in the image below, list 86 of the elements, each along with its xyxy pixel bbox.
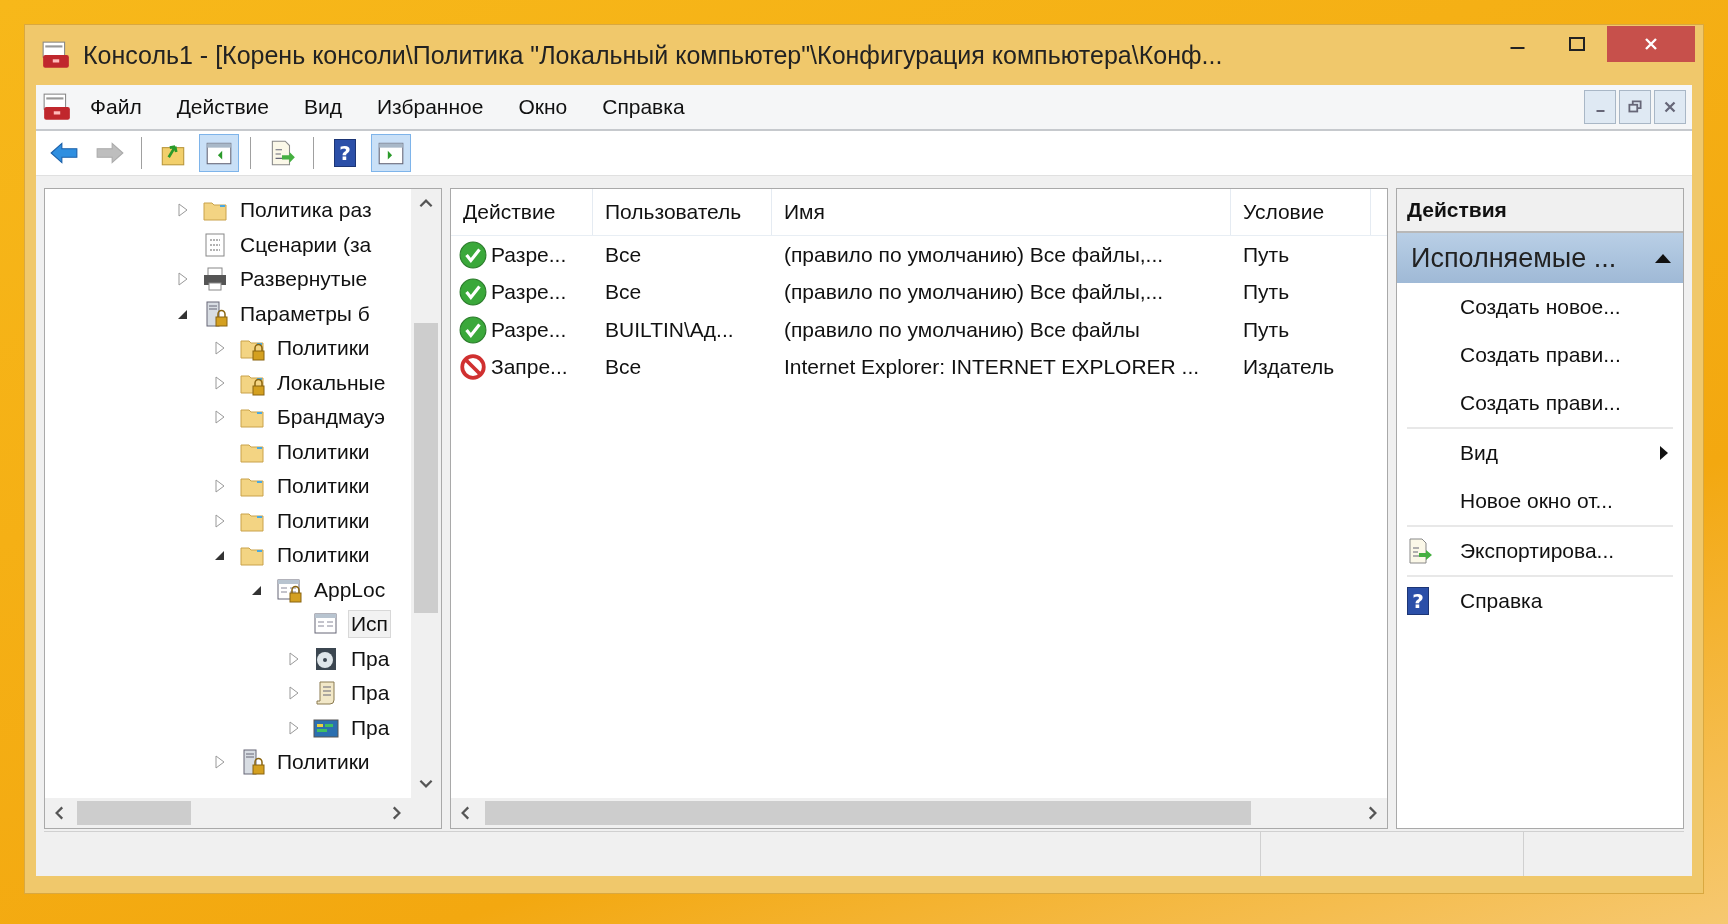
tree-item[interactable]: Пра <box>348 679 393 708</box>
outline-triangle-icon[interactable] <box>288 720 300 735</box>
tree-item[interactable]: Политики <box>274 748 373 777</box>
tree-item[interactable]: Брандмауэ <box>274 403 388 432</box>
window-title: Консоль1 - [Корень консоли\Политика "Локальный компьютер"\Конфигурация компьютера\Конф... <box>83 40 1224 70</box>
minimize-icon <box>1509 47 1525 49</box>
table-cell: Путь <box>1243 280 1290 305</box>
tree-item[interactable]: Пра <box>348 713 393 742</box>
table-cell: Разре... <box>491 242 567 267</box>
tree-item[interactable]: Политики <box>274 472 373 501</box>
tree-item[interactable]: Параметры б <box>237 299 373 328</box>
table-cell: (правило по умолчанию) Все файлы,... <box>784 280 1164 305</box>
check-circle-icon <box>459 278 487 307</box>
table-cell: Все <box>605 355 642 380</box>
action-link[interactable]: Экспортирова... <box>1460 539 1615 563</box>
menu-item[interactable]: Вид <box>299 93 346 121</box>
table-cell: (правило по умолчанию) Все файлы <box>784 317 1140 342</box>
column-header[interactable]: Пользователь <box>605 200 742 224</box>
check-circle-icon <box>459 315 487 344</box>
scrollbar-thumb[interactable] <box>414 323 438 613</box>
printer-icon <box>201 265 229 294</box>
menu-item[interactable]: Избранное <box>372 93 488 121</box>
toolbar-button[interactable]: ? <box>325 134 365 172</box>
menu-item[interactable]: Окно <box>514 93 572 121</box>
table-cell: Internet Explorer: INTERNET EXPLORER ... <box>784 355 1200 380</box>
table-cell: (правило по умолчанию) Все файлы,... <box>784 242 1164 267</box>
tree-item[interactable]: Исп <box>348 610 391 639</box>
section-header[interactable]: Исполняемые ... <box>1397 233 1683 283</box>
maximize-icon <box>1567 34 1587 54</box>
outline-triangle-icon[interactable] <box>214 513 226 528</box>
outline-triangle-icon[interactable] <box>288 651 300 666</box>
table-cell: BUILTIN\Ад... <box>605 317 734 342</box>
table-cell: Путь <box>1243 242 1290 267</box>
outline-triangle-icon[interactable] <box>288 686 300 701</box>
restore-button[interactable] <box>1619 90 1651 124</box>
column-header[interactable]: Действие <box>463 200 556 224</box>
outline-triangle-icon[interactable] <box>177 203 189 218</box>
submenu-arrow-icon <box>1659 445 1669 461</box>
tree-item[interactable]: AppLoc <box>311 575 389 604</box>
toolbar-button[interactable] <box>371 134 411 172</box>
toolbox-icon <box>41 40 71 70</box>
outline-triangle-icon[interactable] <box>214 479 226 494</box>
tree-item[interactable]: Развернутые <box>237 265 371 294</box>
tree-item[interactable]: Политики <box>274 541 373 570</box>
tree-item[interactable]: Сценарии (за <box>237 230 375 259</box>
close-button[interactable] <box>1654 90 1686 124</box>
outline-triangle-icon[interactable] <box>214 341 226 356</box>
action-link[interactable]: Создать прави... <box>1460 391 1621 415</box>
tree-item[interactable]: Пра <box>348 644 393 673</box>
action-link[interactable]: Справка <box>1460 589 1543 613</box>
toolbar-button[interactable] <box>199 134 239 172</box>
pane-title: Действия <box>1407 198 1507 222</box>
tree-item[interactable]: Политики <box>274 334 373 363</box>
help-icon: ? <box>334 139 356 167</box>
scrollbar-thumb[interactable] <box>77 801 191 825</box>
table-cell: Разре... <box>491 280 567 305</box>
prohibited-icon <box>459 353 487 382</box>
table-cell: Путь <box>1243 317 1290 342</box>
tree-item[interactable]: Политика раз <box>237 196 375 225</box>
outline-triangle-icon[interactable] <box>214 375 226 390</box>
toolbox-icon[interactable] <box>42 92 72 122</box>
action-link[interactable]: Вид <box>1460 441 1498 465</box>
outline-triangle-icon[interactable] <box>214 755 226 770</box>
check-circle-icon <box>459 240 487 269</box>
menu-item[interactable]: Действие <box>172 93 273 121</box>
action-link[interactable]: Создать новое... <box>1460 295 1621 319</box>
outline-triangle-icon[interactable] <box>214 410 226 425</box>
table-cell: Все <box>605 280 642 305</box>
minimize-icon <box>1595 110 1605 112</box>
help-icon: ? <box>1407 587 1429 615</box>
table-cell: Запре... <box>491 355 568 380</box>
column-header[interactable]: Условие <box>1243 200 1325 224</box>
table-cell: Разре... <box>491 317 567 342</box>
tree-item[interactable]: Политики <box>274 506 373 535</box>
table-cell: Все <box>605 242 642 267</box>
menu-item[interactable]: Файл <box>86 93 146 121</box>
table-cell: Издатель <box>1243 355 1335 380</box>
action-link[interactable]: Новое окно от... <box>1460 489 1613 513</box>
collapse-triangle-icon <box>1653 252 1673 264</box>
tree-item[interactable]: Локальные <box>274 368 389 397</box>
tree-item[interactable]: Политики <box>274 437 373 466</box>
column-header[interactable]: Имя <box>784 200 825 224</box>
action-link[interactable]: Создать прави... <box>1460 343 1621 367</box>
scrollbar-thumb[interactable] <box>485 801 1251 825</box>
outline-triangle-icon[interactable] <box>177 272 189 287</box>
menu-item[interactable]: Справка <box>598 93 689 121</box>
